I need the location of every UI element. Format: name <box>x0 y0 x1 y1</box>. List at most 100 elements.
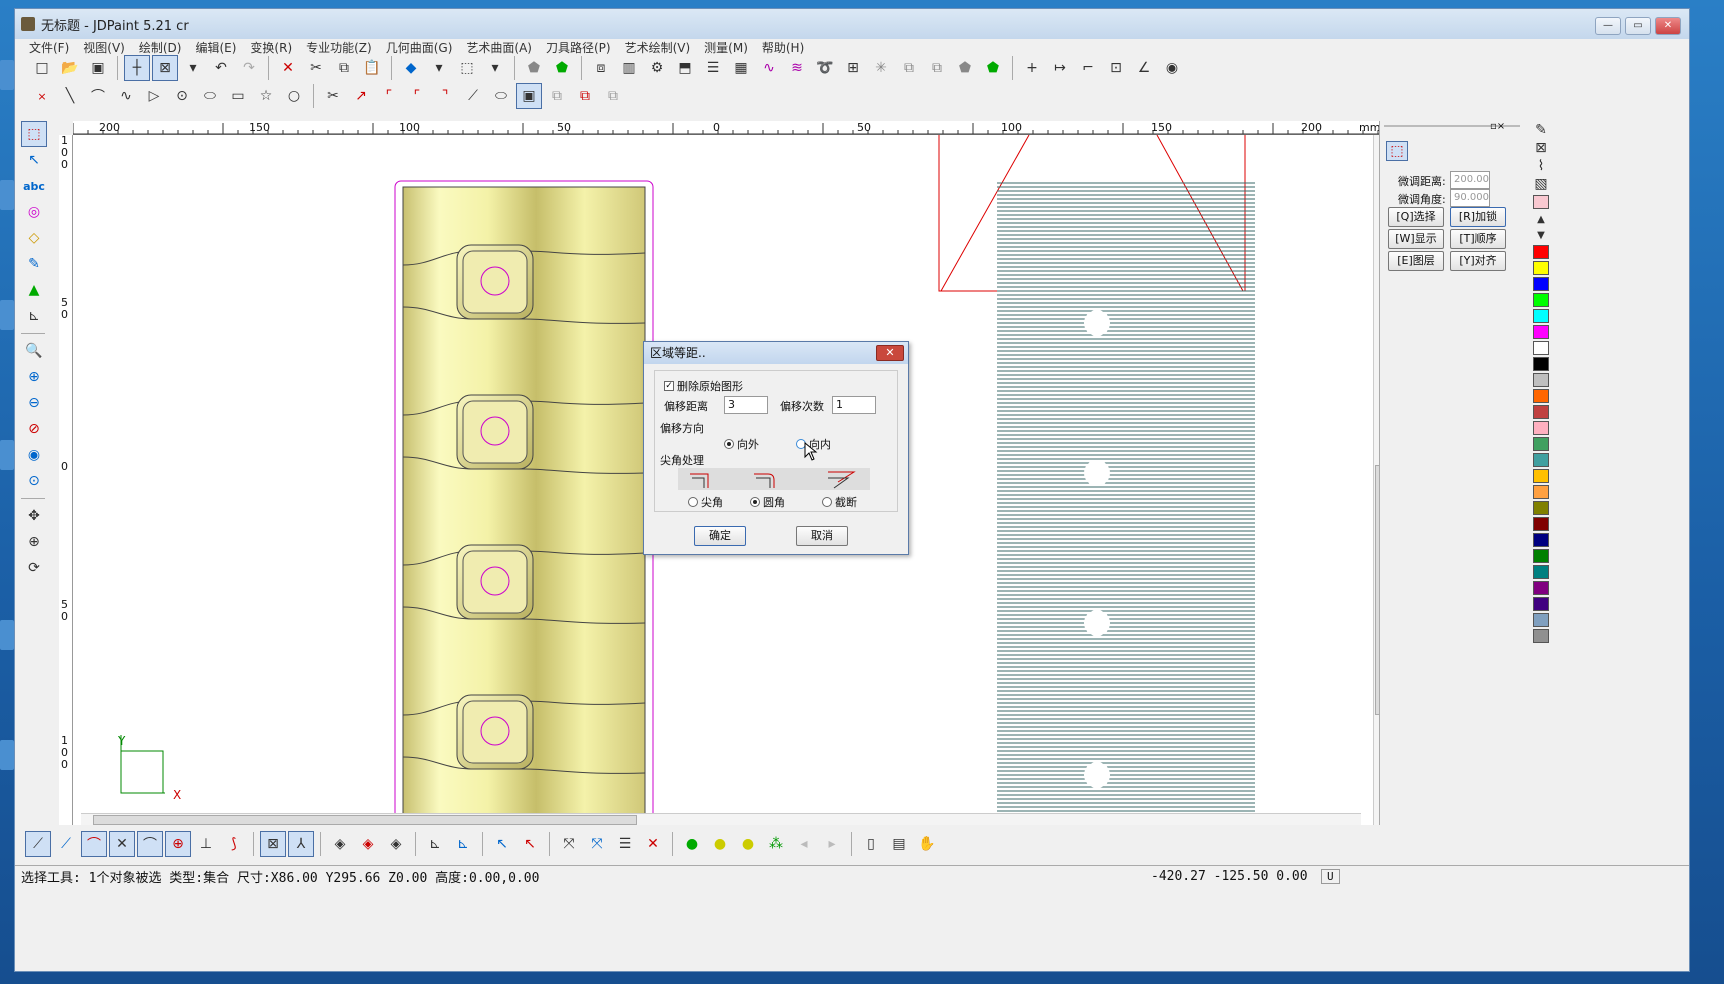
align-y-button[interactable]: [Y]对齐 <box>1450 251 1506 271</box>
copy-icon[interactable]: ⧉ <box>331 55 357 81</box>
line-icon[interactable]: ╲ <box>57 83 83 109</box>
point-icon[interactable]: × <box>29 83 55 109</box>
corner-icon[interactable]: ⌝ <box>432 83 458 109</box>
node-delete-icon[interactable]: ✕ <box>640 831 666 857</box>
node-edit-b-icon[interactable]: ⊾ <box>450 831 476 857</box>
bulb-yellow-icon[interactable]: ● <box>707 831 733 857</box>
node-diamond-icon[interactable]: ◈ <box>327 831 353 857</box>
panel-tab-icon[interactable]: ⬚ <box>1386 141 1408 161</box>
grid-icon[interactable]: ▦ <box>728 55 754 81</box>
color-swatch[interactable] <box>1533 565 1549 579</box>
eye-icon[interactable]: ◉ <box>1159 55 1185 81</box>
delete-icon[interactable]: ✕ <box>275 55 301 81</box>
color-swatch[interactable] <box>1533 277 1549 291</box>
zoom-in-icon[interactable]: ⊕ <box>21 364 47 390</box>
new-file-icon[interactable]: □ <box>29 55 55 81</box>
eyedropper-icon[interactable]: ⌇ <box>1531 157 1551 175</box>
copy-array-icon[interactable]: ⧉ <box>896 55 922 81</box>
snap-intersect-icon[interactable]: ✕ <box>109 831 135 857</box>
zoom-all-icon[interactable]: ⊘ <box>21 416 47 442</box>
node-list-icon[interactable]: ☰ <box>612 831 638 857</box>
cancel-button[interactable]: 取消 <box>796 526 848 546</box>
dialog-title[interactable]: 区域等距.. <box>644 342 908 364</box>
save-icon[interactable]: ▣ <box>85 55 111 81</box>
color-swatch[interactable] <box>1533 309 1549 323</box>
snap-center-icon[interactable]: ⊕ <box>165 831 191 857</box>
color-swatch[interactable] <box>1533 469 1549 483</box>
color-swatch[interactable] <box>1533 421 1549 435</box>
color-swatch[interactable] <box>1533 581 1549 595</box>
node-edit-icon[interactable]: ↖ <box>21 147 47 173</box>
color-swatch[interactable] <box>1533 517 1549 531</box>
snap-midpoint-icon[interactable]: ⟋ <box>53 831 79 857</box>
pen-icon[interactable]: ✎ <box>1531 121 1551 139</box>
node-add-icon[interactable]: ↖ <box>489 831 515 857</box>
select-q-button[interactable]: [Q]选择 <box>1388 207 1444 227</box>
align-icon[interactable]: ⧈ <box>588 55 614 81</box>
color-swatch[interactable] <box>1533 453 1549 467</box>
snap-tangent-icon[interactable]: ⌒ <box>137 831 163 857</box>
shield-green-icon[interactable]: ⬟ <box>549 55 575 81</box>
ellipse-icon[interactable]: ⬭ <box>197 83 223 109</box>
desktop-icon[interactable] <box>0 60 14 90</box>
zoom-icon[interactable]: ⊕ <box>21 529 47 555</box>
close-button[interactable]: ✕ <box>1655 17 1681 35</box>
pan-icon[interactable]: ✥ <box>21 503 47 529</box>
snap-grid-icon[interactable]: ⊠ <box>260 831 286 857</box>
arrow-right-icon[interactable]: ▸ <box>819 831 845 857</box>
node-icon[interactable]: ⧉ <box>544 83 570 109</box>
chamfer-icon[interactable]: ⌜ <box>404 83 430 109</box>
open-folder-icon[interactable]: 📂 <box>57 55 83 81</box>
gear-shape-icon[interactable]: ⚙ <box>644 55 670 81</box>
snap-endpoint-icon[interactable]: ⟋ <box>25 831 51 857</box>
desktop-icon[interactable] <box>0 740 14 770</box>
zoom-window-icon[interactable]: 🔍 <box>21 338 47 364</box>
scroll-thumb-horizontal[interactable] <box>93 815 637 825</box>
region-offset-icon[interactable]: ▣ <box>516 83 542 109</box>
order-t-button[interactable]: [T]顺序 <box>1450 229 1506 249</box>
box-3d-icon[interactable]: ⬒ <box>672 55 698 81</box>
layer-icon[interactable]: ☰ <box>700 55 726 81</box>
pencil-icon[interactable]: ✎ <box>21 251 47 277</box>
arrow-left-icon[interactable]: ◂ <box>791 831 817 857</box>
transform-icon[interactable]: ⧉ <box>924 55 950 81</box>
curve-icon[interactable]: ∿ <box>756 55 782 81</box>
slot-icon[interactable]: ⬭ <box>488 83 514 109</box>
fine-distance-field[interactable]: 200.00 <box>1450 171 1490 189</box>
star-grid-icon[interactable]: ✳ <box>868 55 894 81</box>
snap-point-icon[interactable]: ┼ <box>124 55 150 81</box>
color-swatch[interactable] <box>1533 389 1549 403</box>
rectangle-icon[interactable]: ▭ <box>225 83 251 109</box>
columns-icon[interactable]: ▥ <box>616 55 642 81</box>
zoom-fit-icon[interactable]: ⊙ <box>21 468 47 494</box>
snap-near-icon[interactable]: ⟆ <box>221 831 247 857</box>
shield-gray2-icon[interactable]: ⬟ <box>952 55 978 81</box>
node-move-icon[interactable]: ⤧ <box>556 831 582 857</box>
maximize-button[interactable]: ▭ <box>1625 17 1651 35</box>
cut-icon[interactable]: ✂ <box>303 55 329 81</box>
desktop-icon[interactable] <box>0 300 14 330</box>
color-swatch[interactable] <box>1533 533 1549 547</box>
paste-icon[interactable]: 📋 <box>359 55 385 81</box>
color-swatch[interactable] <box>1533 261 1549 275</box>
color-swatch[interactable] <box>1533 613 1549 627</box>
measure-corner-icon[interactable]: ⌐ <box>1075 55 1101 81</box>
desktop-icon[interactable] <box>0 440 14 470</box>
undo-icon[interactable]: ↶ <box>208 55 234 81</box>
node-curve-icon[interactable]: ⤧ <box>584 831 610 857</box>
snap-angle-icon[interactable]: ⅄ <box>288 831 314 857</box>
bulb-green-icon[interactable]: ● <box>679 831 705 857</box>
node-diamond3-icon[interactable]: ◈ <box>383 831 409 857</box>
rotate-icon[interactable]: ⟳ <box>21 555 47 581</box>
cut-radio[interactable]: 截断 <box>822 494 857 510</box>
ruler-icon[interactable]: ⊾ <box>21 303 47 329</box>
dropdown-arrow-icon[interactable]: ▾ <box>426 55 452 81</box>
color-swatch[interactable] <box>1533 597 1549 611</box>
mesh-icon[interactable]: ⊞ <box>840 55 866 81</box>
join-icon[interactable]: ⧉ <box>572 83 598 109</box>
zoom-out-icon[interactable]: ⊖ <box>21 390 47 416</box>
fine-angle-field[interactable]: 90.000 <box>1450 189 1490 207</box>
extend-icon[interactable]: ↗ <box>348 83 374 109</box>
color-swatch[interactable] <box>1533 325 1549 339</box>
hand-icon[interactable]: ✋ <box>914 831 940 857</box>
